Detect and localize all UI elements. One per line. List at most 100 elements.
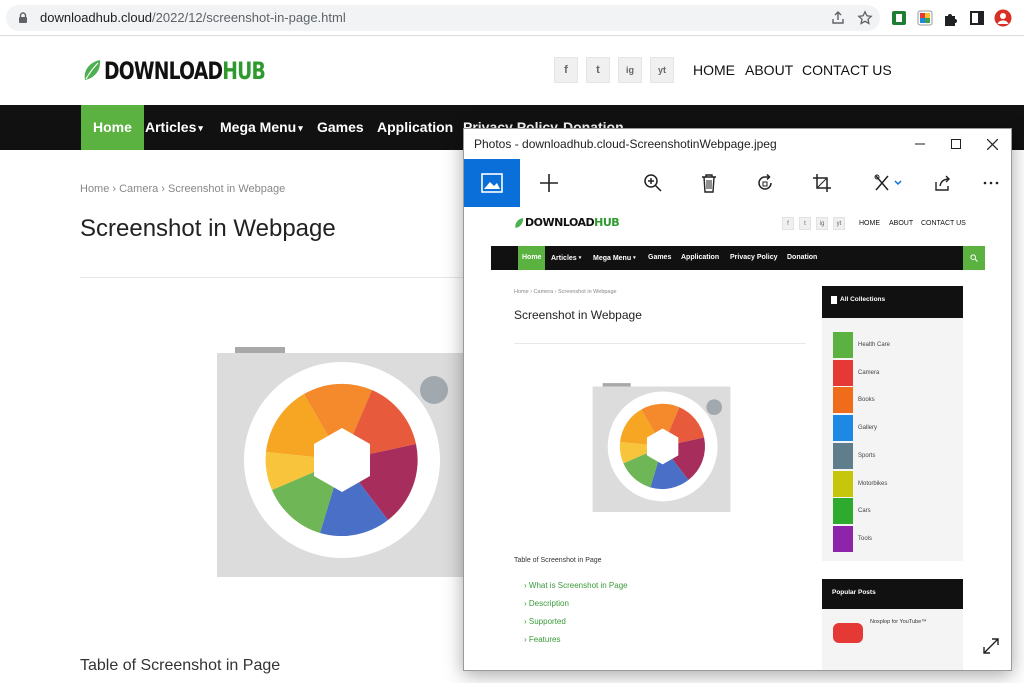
photos-window: Photos - downloadhub.cloud-ScreenshotinW… (463, 128, 1012, 671)
topnav-about[interactable]: ABOUT (745, 62, 793, 78)
mini-camera-illustration (592, 383, 731, 512)
mini-category-icon (833, 525, 853, 552)
image-icon (481, 173, 503, 193)
mini-toc-title: Table of Screenshot in Page (514, 557, 602, 564)
mini-category-label: Camera (858, 369, 880, 376)
bookmark-star-icon[interactable] (857, 10, 873, 26)
side-panel-icon[interactable] (968, 9, 986, 27)
youtube-icon[interactable]: yt (650, 57, 674, 83)
more-icon (983, 181, 999, 185)
instagram-icon[interactable]: ig (618, 57, 642, 83)
mini-popular-post: Noxplop for YouTube™ (822, 609, 963, 670)
mini-toc-link: › Supported (524, 617, 566, 626)
add-button[interactable] (529, 159, 569, 207)
extension-color-icon[interactable] (916, 9, 934, 27)
logo-text: DOWNLOADHUB (104, 57, 266, 85)
close-button[interactable] (974, 129, 1010, 159)
edit-button[interactable] (864, 159, 912, 207)
mini-breadcrumb: Home › Camera › Screenshot in Webpage (514, 289, 617, 295)
lock-icon[interactable] (16, 11, 30, 25)
twitter-icon[interactable]: t (586, 57, 610, 83)
mini-toc-link: › Description (524, 599, 569, 608)
close-icon (986, 138, 998, 150)
view-image-button[interactable] (464, 159, 520, 207)
minimize-icon (915, 143, 925, 145)
mini-category-label: Health Care (858, 342, 891, 348)
more-button[interactable] (971, 159, 1011, 207)
photos-titlebar: Photos - downloadhub.cloud-ScreenshotinW… (464, 129, 1011, 159)
leaf-icon (515, 218, 524, 228)
mini-nav-application: Application (681, 254, 720, 261)
share-icon (935, 175, 950, 191)
facebook-icon[interactable]: f (554, 57, 578, 83)
breadcrumb[interactable]: Home › Camera › Screenshot in Webpage (80, 183, 285, 195)
nav-articles[interactable]: Articles ▾ (145, 105, 203, 150)
mini-category-icon (833, 332, 853, 358)
nav-application[interactable]: Application (377, 105, 453, 150)
mini-category-label: Tools (858, 535, 873, 542)
extensions-puzzle-icon[interactable] (942, 9, 960, 27)
mini-category-icon (833, 442, 853, 469)
mini-instagram-icon: ig (816, 217, 828, 230)
mini-category-label: Sports (858, 452, 876, 459)
mini-nav-privacy-policy: Privacy Policy (730, 254, 778, 261)
edit-tools-icon (874, 174, 902, 191)
mini-nav-games: Games (648, 254, 672, 261)
mini-category-icon (833, 387, 853, 414)
mini-nav-articles: Articles ▾ (551, 254, 582, 262)
photos-title: Photos - downloadhub.cloud-ScreenshotinW… (474, 137, 777, 151)
maximize-icon (951, 139, 961, 149)
mini-toc-link: › Features (524, 635, 561, 644)
mini-page-title: Screenshot in Webpage (514, 308, 642, 322)
profile-avatar-icon[interactable] (994, 9, 1012, 27)
mini-topnav-about: ABOUT (889, 220, 914, 227)
chevron-down-icon: ▾ (633, 255, 636, 261)
mini-popular-header: Popular Posts (822, 579, 963, 609)
photos-toolbar (464, 159, 1011, 207)
url-text[interactable]: downloadhub.cloud/2022/12/screenshot-in-… (40, 10, 346, 25)
mini-twitter-icon: t (799, 217, 811, 230)
topnav-contact[interactable]: CONTACT US (802, 62, 892, 78)
delete-button[interactable] (689, 159, 729, 207)
fullscreen-icon[interactable] (982, 637, 1000, 655)
mini-topnav-home: HOME (859, 220, 880, 227)
mini-divider (514, 343, 806, 344)
mini-category-icon (833, 359, 853, 386)
mini-category-label: Gallery (858, 425, 878, 432)
divider (80, 277, 464, 278)
share-icon[interactable] (830, 10, 846, 26)
page-title: Screenshot in Webpage (80, 215, 336, 242)
leaf-icon (84, 60, 101, 80)
camera-illustration (217, 347, 463, 577)
extension-green-icon[interactable] (890, 9, 908, 27)
mini-main-nav: Home Articles ▾ Mega Menu ▾ Games Applicat… (491, 246, 985, 270)
address-bar[interactable]: downloadhub.cloud/2022/12/screenshot-in-… (6, 5, 880, 31)
photo-content: DOWNLOADHUB f t ig yt HOME ABOUT CONTACT… (491, 207, 985, 670)
rotate-icon (758, 173, 772, 190)
site-logo[interactable]: DOWNLOADHUB (82, 53, 310, 89)
share-button[interactable] (923, 159, 963, 207)
photo-canvas: DOWNLOADHUB f t ig yt HOME ABOUT CONTACT… (464, 207, 1011, 670)
mini-category-icon (833, 470, 853, 497)
mini-sidebar: All Collections Health Care Camera Books Ga… (822, 286, 963, 561)
mini-category-label: Cars (858, 508, 871, 515)
mini-topnav-contact: CONTACT US (921, 220, 966, 227)
mini-logo-text: DOWNLOADHUB (525, 216, 620, 229)
mini-toc-link: › What is Screenshot in Page (524, 581, 628, 590)
rotate-button[interactable] (745, 159, 785, 207)
mini-nav-donation: Donation (787, 254, 818, 261)
minimize-button[interactable] (902, 129, 938, 159)
nav-games[interactable]: Games (317, 105, 364, 150)
zoom-button[interactable] (633, 159, 673, 207)
crop-button[interactable] (802, 159, 842, 207)
nav-home[interactable]: Home (81, 105, 144, 150)
mini-nav-home: Home (518, 246, 546, 270)
mini-nav-mega-menu: Mega Menu ▾ (593, 254, 636, 262)
plus-icon (540, 174, 558, 192)
maximize-button[interactable] (938, 129, 974, 159)
topnav-home[interactable]: HOME (693, 62, 735, 78)
mini-youtube-icon: yt (833, 217, 845, 230)
mini-category-icon (833, 415, 853, 442)
mini-category-icon (833, 498, 853, 525)
nav-mega-menu[interactable]: Mega Menu ▾ (220, 105, 303, 150)
